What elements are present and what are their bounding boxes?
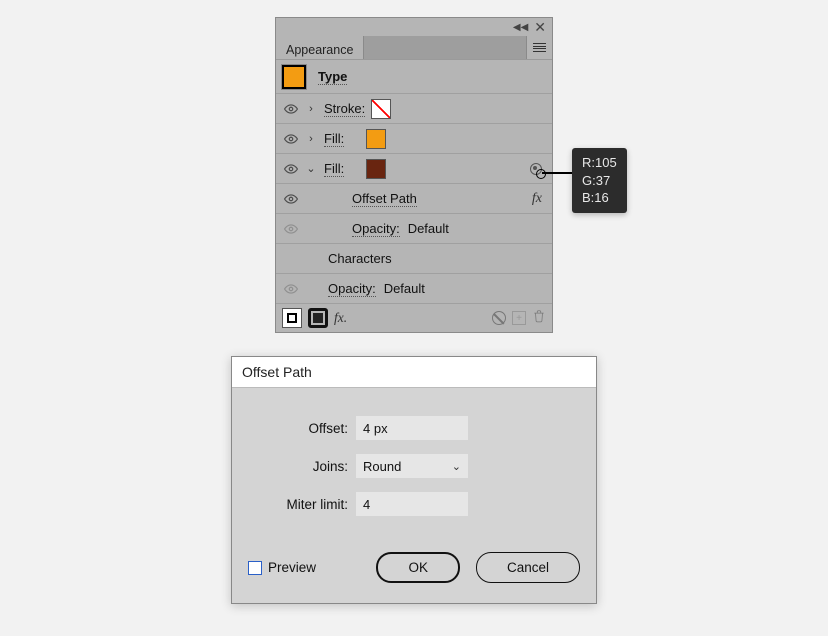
- opacity-value: Default: [408, 221, 449, 236]
- eye-icon[interactable]: [282, 280, 300, 298]
- offset-input[interactable]: [356, 416, 468, 440]
- checkbox-icon: [248, 561, 262, 575]
- fill-swatch-brown-icon[interactable]: [366, 159, 386, 179]
- miter-field: Miter limit:: [248, 492, 580, 516]
- fx-icon[interactable]: fx: [532, 191, 542, 207]
- add-fx-icon[interactable]: fx.: [334, 310, 347, 326]
- joins-label: Joins:: [248, 459, 348, 474]
- stroke-label: Stroke:: [324, 101, 365, 117]
- stroke-swatch-none-icon[interactable]: [371, 99, 391, 119]
- chevron-right-icon[interactable]: ›: [304, 133, 318, 145]
- offset-path-dialog: Offset Path Offset: Joins: Round ⌄ Miter…: [231, 356, 597, 604]
- chevron-right-icon[interactable]: ›: [304, 103, 318, 115]
- fill-row-2[interactable]: ⌄ Fill:: [276, 154, 552, 184]
- cancel-button[interactable]: Cancel: [476, 552, 580, 583]
- eye-icon[interactable]: [282, 190, 300, 208]
- clear-appearance-icon[interactable]: [492, 311, 506, 325]
- panel-title-bar: ◀◀ ✕: [276, 18, 552, 36]
- no-fill-button[interactable]: [282, 308, 302, 328]
- chevron-down-icon[interactable]: ⌄: [304, 162, 318, 175]
- miter-label: Miter limit:: [248, 497, 348, 512]
- solid-fill-button[interactable]: [308, 308, 328, 328]
- preview-checkbox[interactable]: Preview: [248, 560, 316, 575]
- close-icon[interactable]: ✕: [534, 19, 546, 36]
- offset-label: Offset:: [248, 421, 348, 436]
- chevron-down-icon: ⌄: [452, 460, 461, 473]
- tooltip-g: G:37: [582, 172, 617, 190]
- offset-path-row[interactable]: Offset Path fx: [276, 184, 552, 214]
- stroke-row[interactable]: › Stroke:: [276, 94, 552, 124]
- opacity-label: Opacity:: [352, 221, 400, 237]
- fill-swatch-orange-icon[interactable]: [366, 129, 386, 149]
- eye-icon[interactable]: [282, 130, 300, 148]
- collapse-icon[interactable]: ◀◀: [513, 22, 528, 33]
- fill-label: Fill:: [324, 131, 344, 147]
- offset-path-label: Offset Path: [352, 191, 417, 207]
- duplicate-item-icon[interactable]: +: [512, 311, 526, 325]
- panel-body: Type › Stroke: › Fill: ⌄ Fill:: [276, 60, 552, 332]
- appearance-panel: ◀◀ ✕ Appearance Type › Stroke: ›: [275, 17, 553, 333]
- tooltip-r: R:105: [582, 154, 617, 172]
- panel-footer: fx. +: [276, 304, 552, 332]
- characters-row[interactable]: Characters: [276, 244, 552, 274]
- type-label: Type: [318, 69, 347, 85]
- type-swatch-icon[interactable]: [282, 65, 306, 89]
- dialog-title: Offset Path: [232, 357, 596, 388]
- rgb-tooltip: R:105 G:37 B:16: [572, 148, 627, 213]
- eye-icon[interactable]: [282, 100, 300, 118]
- opacity-row-1[interactable]: Opacity: Default: [276, 214, 552, 244]
- offset-field: Offset:: [248, 416, 580, 440]
- tab-appearance[interactable]: Appearance: [276, 36, 364, 59]
- tooltip-b: B:16: [582, 189, 617, 207]
- miter-input[interactable]: [356, 492, 468, 516]
- eye-icon[interactable]: [282, 220, 300, 238]
- characters-label: Characters: [328, 251, 392, 266]
- joins-field: Joins: Round ⌄: [248, 454, 580, 478]
- fill-row-1[interactable]: › Fill:: [276, 124, 552, 154]
- opacity-value: Default: [384, 281, 425, 296]
- type-row: Type: [276, 60, 552, 94]
- fill-label: Fill:: [324, 161, 344, 177]
- opacity-label: Opacity:: [328, 281, 376, 297]
- joins-select[interactable]: Round ⌄: [356, 454, 468, 478]
- panel-menu-icon[interactable]: [526, 36, 552, 59]
- joins-value: Round: [363, 459, 401, 474]
- delete-icon[interactable]: [532, 309, 546, 328]
- eye-icon[interactable]: [282, 160, 300, 178]
- ok-button[interactable]: OK: [376, 552, 460, 583]
- preview-label: Preview: [268, 560, 316, 575]
- panel-tab-bar: Appearance: [276, 36, 552, 60]
- opacity-row-2[interactable]: Opacity: Default: [276, 274, 552, 304]
